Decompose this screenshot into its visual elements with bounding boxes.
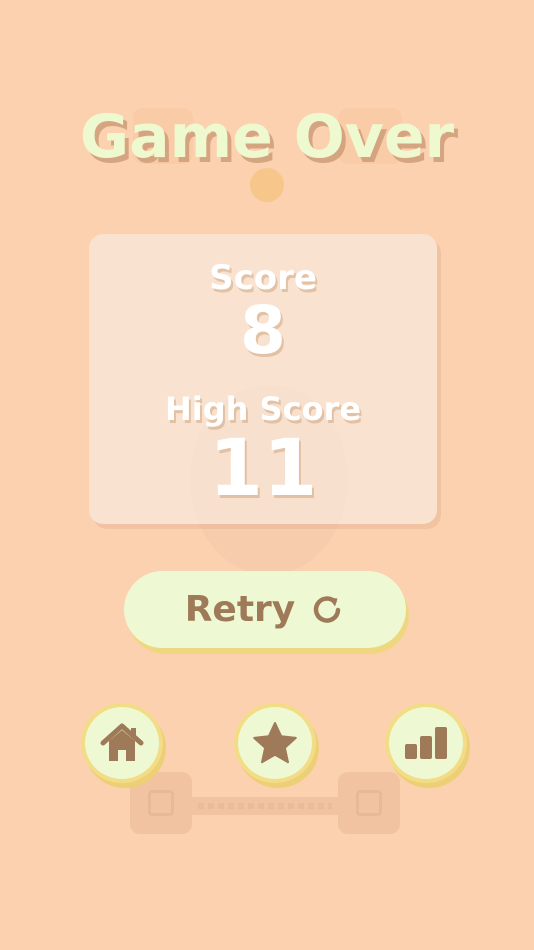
star-icon	[251, 720, 299, 766]
retry-label: Retry	[184, 589, 296, 630]
home-button[interactable]	[81, 703, 163, 783]
background-block	[338, 772, 400, 834]
home-icon	[99, 722, 145, 764]
high-score-value: 11	[208, 424, 318, 514]
score-card: Score 8 High Score 11	[89, 234, 437, 524]
restart-icon	[309, 592, 345, 628]
background-bridge	[190, 797, 340, 815]
retry-button[interactable]: Retry	[124, 571, 406, 648]
bar-chart-icon	[404, 726, 448, 760]
star-button[interactable]	[234, 703, 316, 783]
stats-button[interactable]	[385, 703, 467, 783]
background-block	[130, 772, 192, 834]
game-over-title: Game Over	[79, 102, 455, 172]
background-coin	[250, 168, 284, 202]
high-score-label: High Score	[164, 390, 362, 428]
score-value: 8	[240, 292, 286, 369]
